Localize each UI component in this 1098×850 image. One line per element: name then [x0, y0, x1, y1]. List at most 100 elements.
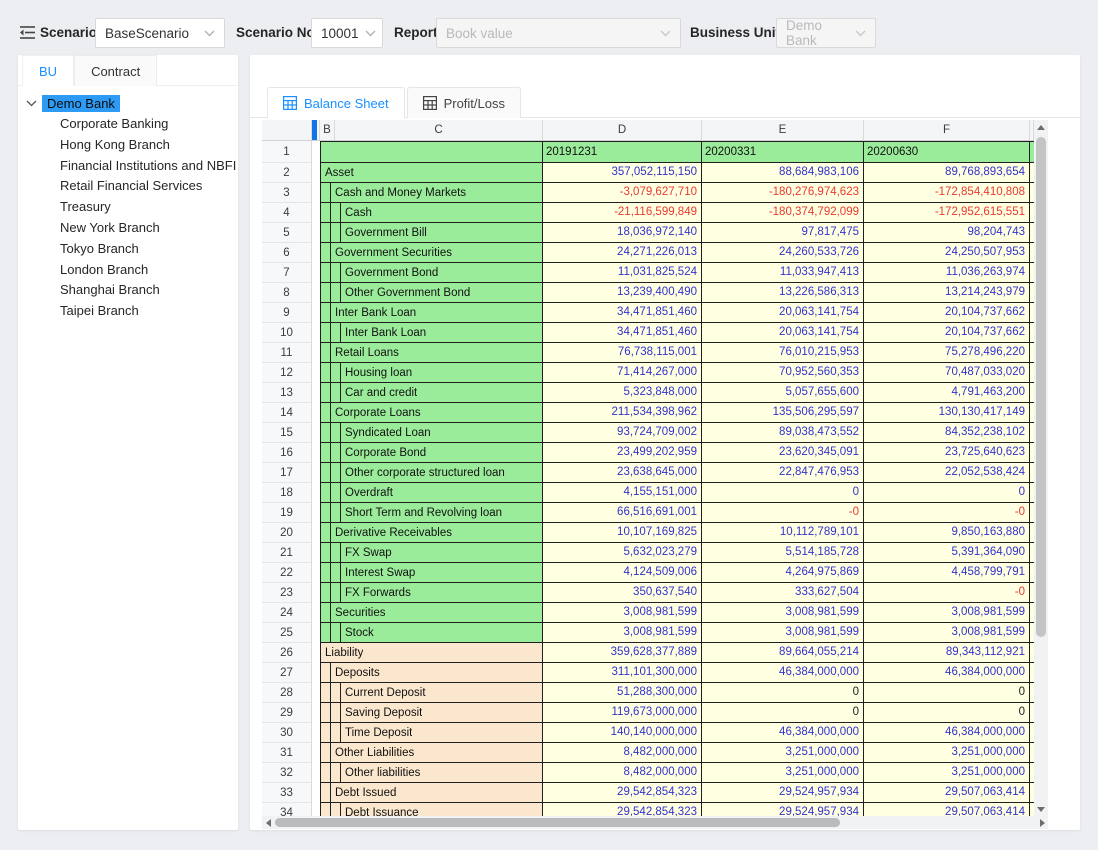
label-cell[interactable]: Asset — [320, 163, 543, 183]
value-cell[interactable]: 8,482,000,000 — [543, 743, 702, 763]
label-cell[interactable]: Other corporate structured loan — [320, 463, 543, 483]
value-cell[interactable]: 0 — [702, 683, 864, 703]
value-cell[interactable]: 3,008,981,599 — [702, 623, 864, 643]
value-cell[interactable]: 70,487,033,020 — [864, 363, 1030, 383]
row-number[interactable]: 25 — [262, 623, 312, 643]
value-cell[interactable]: 3,008,981,599 — [543, 603, 702, 623]
value-cell[interactable]: 76,010,215,953 — [702, 343, 864, 363]
column-header-d[interactable]: D — [543, 120, 702, 141]
row-number[interactable]: 19 — [262, 503, 312, 523]
scenario-select[interactable]: BaseScenario — [95, 18, 225, 48]
value-cell[interactable]: 75,278,496,220 — [864, 343, 1030, 363]
value-cell[interactable]: 135,506,295,597 — [702, 403, 864, 423]
value-cell[interactable]: 29,524,957,934 — [702, 803, 864, 816]
value-cell[interactable]: 0 — [702, 703, 864, 723]
row-number[interactable]: 14 — [262, 403, 312, 423]
row-number[interactable]: 27 — [262, 663, 312, 683]
value-cell[interactable]: -21,116,599,849 — [543, 203, 702, 223]
value-cell[interactable]: 51,288,300,000 — [543, 683, 702, 703]
tree-node-item[interactable]: Shanghai Branch — [18, 280, 238, 301]
value-cell[interactable]: 76,738,115,001 — [543, 343, 702, 363]
value-cell[interactable]: 119,673,000,000 — [543, 703, 702, 723]
label-cell[interactable]: Cash and Money Markets — [320, 183, 543, 203]
label-cell[interactable]: Short Term and Revolving loan — [320, 503, 543, 523]
row-number[interactable]: 29 — [262, 703, 312, 723]
report-tab-profit-loss[interactable]: Profit/Loss — [407, 87, 521, 118]
value-cell[interactable]: -3,079,627,710 — [543, 183, 702, 203]
date-header-cell[interactable]: 20200331 — [702, 141, 864, 163]
column-header-a[interactable] — [312, 120, 320, 141]
label-cell[interactable]: Other Government Bond — [320, 283, 543, 303]
value-cell[interactable]: 333,627,504 — [702, 583, 864, 603]
value-cell[interactable]: 0 — [864, 703, 1030, 723]
value-cell[interactable]: 89,664,055,214 — [702, 643, 864, 663]
column-header-c[interactable]: C — [335, 120, 543, 141]
value-cell[interactable]: 5,323,848,000 — [543, 383, 702, 403]
label-cell[interactable]: Liability — [320, 643, 543, 663]
value-cell[interactable]: 9,850,163,880 — [864, 523, 1030, 543]
value-cell[interactable]: 5,391,364,090 — [864, 543, 1030, 563]
label-cell[interactable]: Deposits — [320, 663, 543, 683]
row-number[interactable]: 18 — [262, 483, 312, 503]
value-cell[interactable]: 24,260,533,726 — [702, 243, 864, 263]
row-number[interactable]: 28 — [262, 683, 312, 703]
value-cell[interactable]: 357,052,115,150 — [543, 163, 702, 183]
label-cell[interactable]: Interest Swap — [320, 563, 543, 583]
value-cell[interactable]: 10,107,169,825 — [543, 523, 702, 543]
value-cell[interactable]: 46,384,000,000 — [864, 663, 1030, 683]
value-cell[interactable]: 88,684,983,106 — [702, 163, 864, 183]
value-cell[interactable]: 0 — [864, 683, 1030, 703]
tree-node-item[interactable]: Treasury — [18, 197, 238, 218]
row-number[interactable]: 13 — [262, 383, 312, 403]
tree-node-item[interactable]: Corporate Banking — [18, 114, 238, 135]
row-number[interactable]: 26 — [262, 643, 312, 663]
value-cell[interactable]: 4,155,151,000 — [543, 483, 702, 503]
value-cell[interactable]: 11,033,947,413 — [702, 263, 864, 283]
value-cell[interactable]: 10,112,789,101 — [702, 523, 864, 543]
value-cell[interactable]: 4,124,509,006 — [543, 563, 702, 583]
label-cell[interactable]: Derivative Receivables — [320, 523, 543, 543]
label-cell[interactable]: Debt Issuance — [320, 803, 543, 816]
label-cell[interactable]: Cash — [320, 203, 543, 223]
value-cell[interactable]: -172,854,410,808 — [864, 183, 1030, 203]
value-cell[interactable]: 3,251,000,000 — [864, 743, 1030, 763]
row-number[interactable]: 21 — [262, 543, 312, 563]
header-label-cell[interactable] — [320, 141, 543, 163]
grid-corner-cell[interactable] — [262, 120, 312, 141]
value-cell[interactable]: 3,008,981,599 — [543, 623, 702, 643]
tree-node-item[interactable]: Taipei Branch — [18, 301, 238, 322]
value-cell[interactable]: 70,952,560,353 — [702, 363, 864, 383]
row-number[interactable]: 12 — [262, 363, 312, 383]
value-cell[interactable]: -0 — [864, 583, 1030, 603]
tree-node-demo-bank[interactable]: Demo Bank — [18, 93, 238, 114]
value-cell[interactable]: 22,052,538,424 — [864, 463, 1030, 483]
value-cell[interactable]: 89,768,893,654 — [864, 163, 1030, 183]
row-number[interactable]: 31 — [262, 743, 312, 763]
label-cell[interactable]: Government Bill — [320, 223, 543, 243]
row-number[interactable]: 17 — [262, 463, 312, 483]
value-cell[interactable]: 24,271,226,013 — [543, 243, 702, 263]
label-cell[interactable]: Stock — [320, 623, 543, 643]
tree-node-item[interactable]: New York Branch — [18, 218, 238, 239]
row-number[interactable]: 4 — [262, 203, 312, 223]
tree-node-label-selected[interactable]: Demo Bank — [42, 95, 120, 112]
value-cell[interactable]: 3,251,000,000 — [702, 763, 864, 783]
value-cell[interactable]: 3,008,981,599 — [864, 623, 1030, 643]
row-number[interactable]: 30 — [262, 723, 312, 743]
value-cell[interactable]: 34,471,851,460 — [543, 323, 702, 343]
label-cell[interactable]: Retail Loans — [320, 343, 543, 363]
row-number[interactable]: 11 — [262, 343, 312, 363]
value-cell[interactable]: 29,507,063,414 — [864, 803, 1030, 816]
value-cell[interactable]: 29,507,063,414 — [864, 783, 1030, 803]
row-number[interactable]: 10 — [262, 323, 312, 343]
label-cell[interactable]: Government Bond — [320, 263, 543, 283]
value-cell[interactable]: 22,847,476,953 — [702, 463, 864, 483]
row-number[interactable]: 6 — [262, 243, 312, 263]
value-cell[interactable]: 4,264,975,869 — [702, 563, 864, 583]
value-cell[interactable]: 71,414,267,000 — [543, 363, 702, 383]
date-header-cell[interactable]: 20191231 — [543, 141, 702, 163]
label-cell[interactable]: Saving Deposit — [320, 703, 543, 723]
value-cell[interactable]: 20,104,737,662 — [864, 323, 1030, 343]
report-tab-balance-sheet[interactable]: Balance Sheet — [267, 87, 405, 118]
scroll-right-button[interactable] — [1036, 816, 1048, 829]
